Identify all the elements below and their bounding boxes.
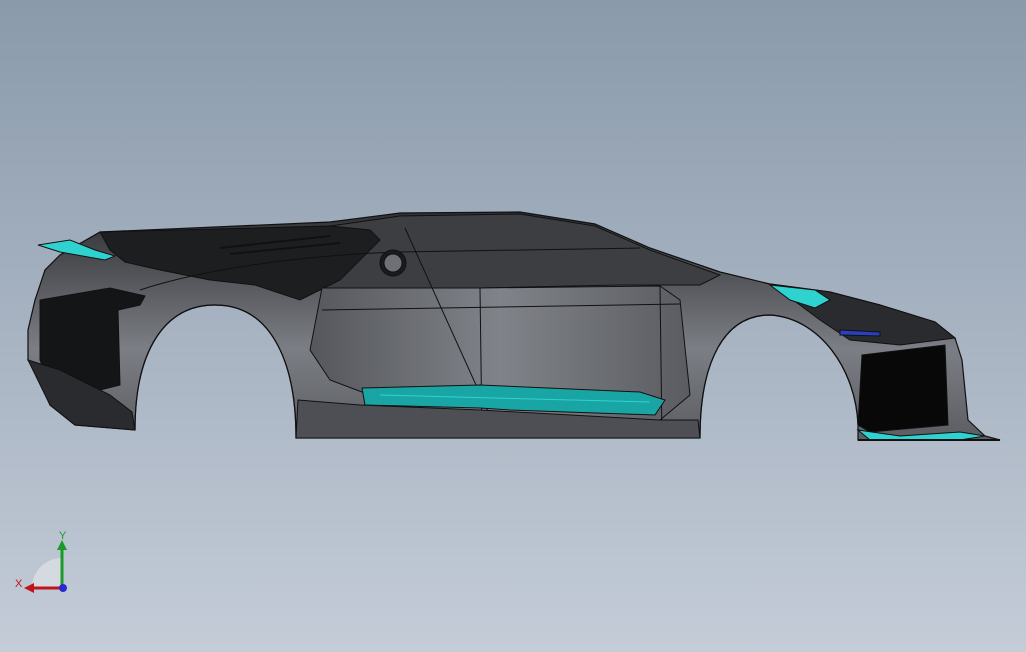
front-intake <box>857 344 949 433</box>
triad-z-axis <box>59 584 67 592</box>
coordinate-triad: Y X <box>15 530 67 593</box>
triad-y-label: Y <box>59 530 67 542</box>
car-body-model[interactable] <box>0 0 1026 652</box>
fuel-cap-inner <box>383 253 403 273</box>
triad-x-arrow <box>24 583 34 593</box>
graphics-viewport[interactable]: Y X <box>0 0 1026 652</box>
triad-x-label: X <box>15 578 23 590</box>
triad-quadrant <box>32 558 62 588</box>
